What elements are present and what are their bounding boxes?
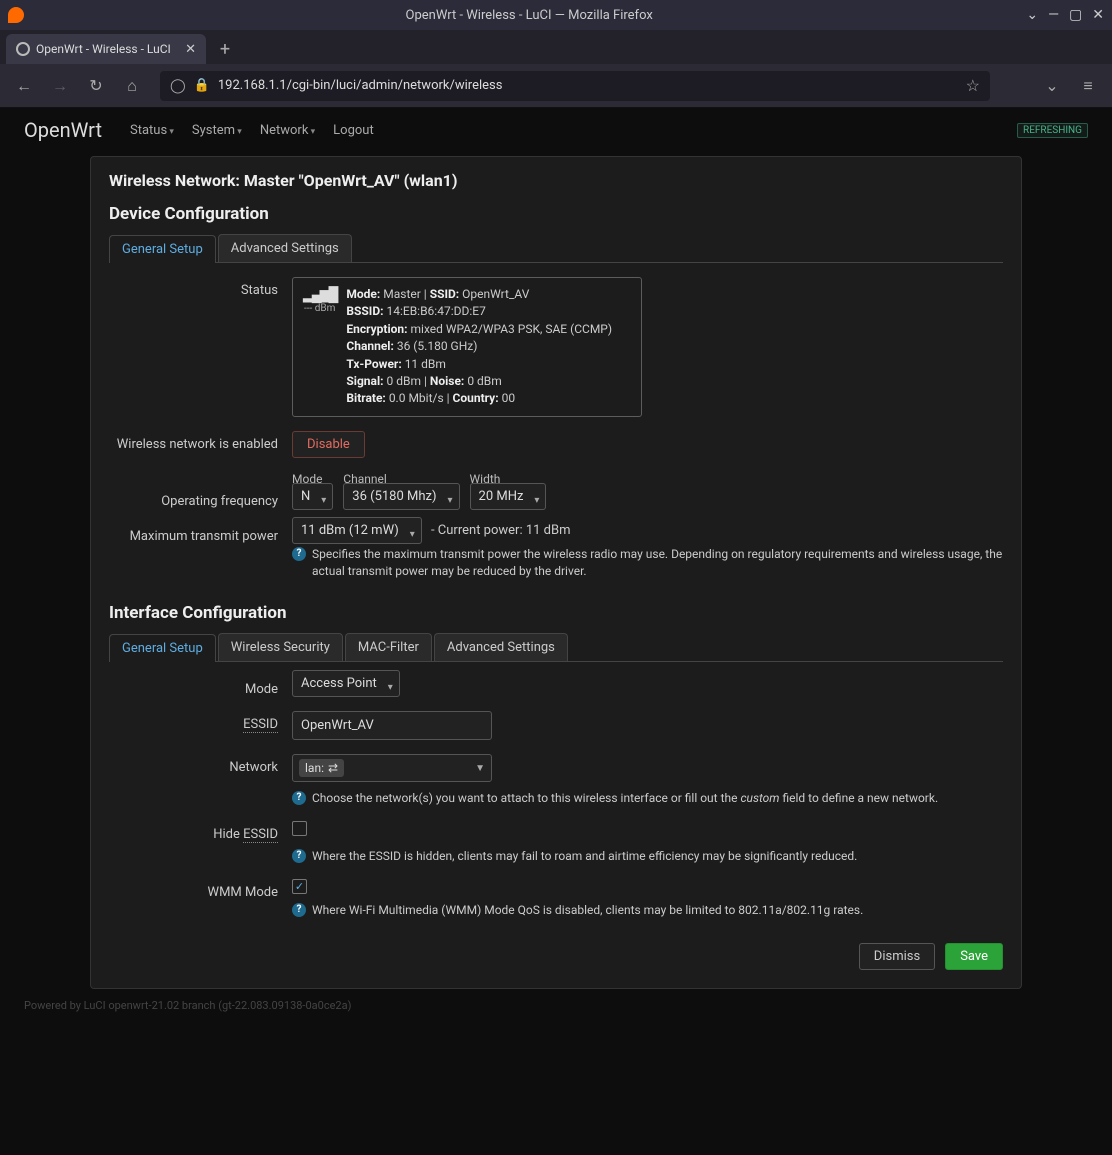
- iface-tab-advanced[interactable]: Advanced Settings: [434, 633, 568, 661]
- top-nav: OpenWrt Status System Network Logout REF…: [0, 108, 1112, 152]
- brand[interactable]: OpenWrt: [24, 118, 102, 142]
- nav-status[interactable]: Status: [130, 123, 174, 138]
- window-more-icon[interactable]: ⌄: [1026, 7, 1038, 23]
- label-max-tx-power: Maximum transmit power: [109, 523, 292, 544]
- label-status: Status: [109, 277, 292, 298]
- url-bar: ← → ↻ ⌂ ◯ 🔒 192.168.1.1/cgi-bin/luci/adm…: [0, 64, 1112, 108]
- help-network: ? Choose the network(s) you want to atta…: [292, 790, 1003, 807]
- select-freq-mode[interactable]: N: [292, 483, 333, 510]
- help-icon: ?: [292, 849, 306, 863]
- modal: Wireless Network: Master "OpenWrt_AV" (w…: [90, 156, 1022, 989]
- device-section-title: Device Configuration: [109, 204, 1003, 224]
- nav-system[interactable]: System: [192, 123, 242, 138]
- nav-network[interactable]: Network: [260, 123, 315, 138]
- home-button[interactable]: ⌂: [118, 72, 146, 100]
- select-network[interactable]: lan: ⇄ ▼: [292, 754, 492, 782]
- label-wmm: WMM Mode: [109, 879, 292, 900]
- tab-close-icon[interactable]: ✕: [185, 42, 196, 57]
- row-wmm: WMM Mode ✓ ? Where Wi-Fi Multimedia (WMM…: [109, 879, 1003, 919]
- modal-title: Wireless Network: Master "OpenWrt_AV" (w…: [109, 171, 1003, 190]
- browser-tab[interactable]: OpenWrt - Wireless - LuCI ✕: [6, 34, 206, 64]
- iface-tab-general[interactable]: General Setup: [109, 634, 216, 662]
- nav-logout[interactable]: Logout: [333, 123, 374, 138]
- reload-button[interactable]: ↻: [82, 72, 110, 100]
- address-box[interactable]: ◯ 🔒 192.168.1.1/cgi-bin/luci/admin/netwo…: [160, 71, 990, 101]
- device-tabs: General Setup Advanced Settings: [109, 234, 1003, 263]
- iface-tab-macfilter[interactable]: MAC-Filter: [345, 633, 432, 661]
- url-text: 192.168.1.1/cgi-bin/luci/admin/network/w…: [218, 78, 503, 93]
- label-network: Network: [109, 754, 292, 775]
- help-tx-power: ? Specifies the maximum transmit power t…: [292, 546, 1003, 580]
- checkbox-hide-essid[interactable]: [292, 821, 307, 836]
- label-enable: Wireless network is enabled: [109, 431, 292, 452]
- window-titlebar: OpenWrt - Wireless - LuCI — Mozilla Fire…: [0, 0, 1112, 30]
- dismiss-button[interactable]: Dismiss: [859, 943, 935, 970]
- iface-tab-security[interactable]: Wireless Security: [218, 633, 343, 661]
- select-freq-width[interactable]: 20 MHz: [470, 483, 547, 510]
- tab-favicon-icon: [16, 42, 30, 56]
- help-icon: ?: [292, 791, 306, 805]
- label-mode: Mode: [109, 676, 292, 697]
- save-button[interactable]: Save: [945, 943, 1003, 970]
- hamburger-menu-icon[interactable]: ≡: [1074, 72, 1102, 100]
- device-tab-general[interactable]: General Setup: [109, 235, 216, 263]
- firefox-icon: [8, 7, 24, 23]
- help-icon: ?: [292, 903, 306, 917]
- device-tab-advanced[interactable]: Advanced Settings: [218, 234, 352, 262]
- tx-power-current: - Current power: 11 dBm: [431, 523, 571, 538]
- window-title: OpenWrt - Wireless - LuCI — Mozilla Fire…: [32, 8, 1026, 23]
- row-enable: Wireless network is enabled Disable: [109, 431, 1003, 458]
- row-network: Network lan: ⇄ ▼ ? Choose the network(s)…: [109, 754, 1003, 807]
- row-operating-frequency: Operating frequency Mode N Channel 36 (5…: [109, 472, 1003, 509]
- select-mode[interactable]: Access Point: [292, 670, 400, 697]
- bookmark-star-icon[interactable]: ☆: [966, 76, 980, 95]
- signal-dbm: --- dBm: [303, 303, 336, 314]
- label-essid: ESSID: [109, 711, 292, 732]
- checkbox-wmm[interactable]: ✓: [292, 879, 307, 894]
- row-mode: Mode Access Point: [109, 676, 1003, 697]
- disable-button[interactable]: Disable: [292, 431, 365, 458]
- refreshing-badge: REFRESHING: [1017, 123, 1088, 138]
- chevron-down-icon: ▼: [475, 763, 485, 774]
- help-icon: ?: [292, 547, 306, 561]
- network-tag-lan: lan: ⇄: [299, 759, 344, 777]
- shield-icon: ◯: [170, 78, 186, 94]
- select-freq-channel[interactable]: 36 (5180 Mhz): [343, 483, 459, 510]
- tab-title: OpenWrt - Wireless - LuCI: [36, 42, 171, 56]
- page-content: OpenWrt Status System Network Logout REF…: [0, 108, 1112, 1155]
- back-button[interactable]: ←: [10, 72, 38, 100]
- help-hide-essid: ? Where the ESSID is hidden, clients may…: [292, 848, 1003, 865]
- select-tx-power[interactable]: 11 dBm (12 mW): [292, 517, 422, 544]
- status-box: ▂▄▆█ --- dBm Mode: Master | SSID: OpenWr…: [292, 277, 642, 417]
- window-maximize-icon[interactable]: ▢: [1069, 7, 1082, 23]
- status-details: Mode: Master | SSID: OpenWrt_AV BSSID: 1…: [346, 286, 612, 408]
- row-essid: ESSID: [109, 711, 1003, 740]
- label-hide-essid: Hide ESSID: [109, 821, 292, 842]
- bridge-icon: ⇄: [328, 761, 338, 775]
- iface-section-title: Interface Configuration: [109, 603, 1003, 623]
- row-max-tx-power: Maximum transmit power 11 dBm (12 mW) - …: [109, 523, 1003, 580]
- help-wmm: ? Where Wi-Fi Multimedia (WMM) Mode QoS …: [292, 902, 1003, 919]
- row-hide-essid: Hide ESSID ? Where the ESSID is hidden, …: [109, 821, 1003, 865]
- forward-button[interactable]: →: [46, 72, 74, 100]
- window-minimize-icon[interactable]: —: [1048, 7, 1059, 23]
- iface-tabs: General Setup Wireless Security MAC-Filt…: [109, 633, 1003, 662]
- label-operating-frequency: Operating frequency: [109, 472, 292, 509]
- pocket-icon[interactable]: ⌄: [1038, 72, 1066, 100]
- window-controls: ⌄ — ▢ ✕: [1026, 7, 1104, 23]
- input-essid[interactable]: [292, 711, 492, 740]
- tab-bar: OpenWrt - Wireless - LuCI ✕ +: [0, 30, 1112, 64]
- row-status: Status ▂▄▆█ --- dBm Mode: Master | SSID:…: [109, 277, 1003, 417]
- footer-text: Powered by LuCI openwrt-21.02 branch (gt…: [0, 999, 1112, 1012]
- signal-bars-icon: ▂▄▆█: [303, 286, 336, 303]
- signal-indicator: ▂▄▆█ --- dBm: [303, 286, 336, 408]
- lock-insecure-icon: 🔒: [194, 78, 210, 93]
- new-tab-button[interactable]: +: [210, 34, 240, 64]
- window-close-icon[interactable]: ✕: [1092, 7, 1104, 23]
- modal-footer: Dismiss Save: [109, 943, 1003, 970]
